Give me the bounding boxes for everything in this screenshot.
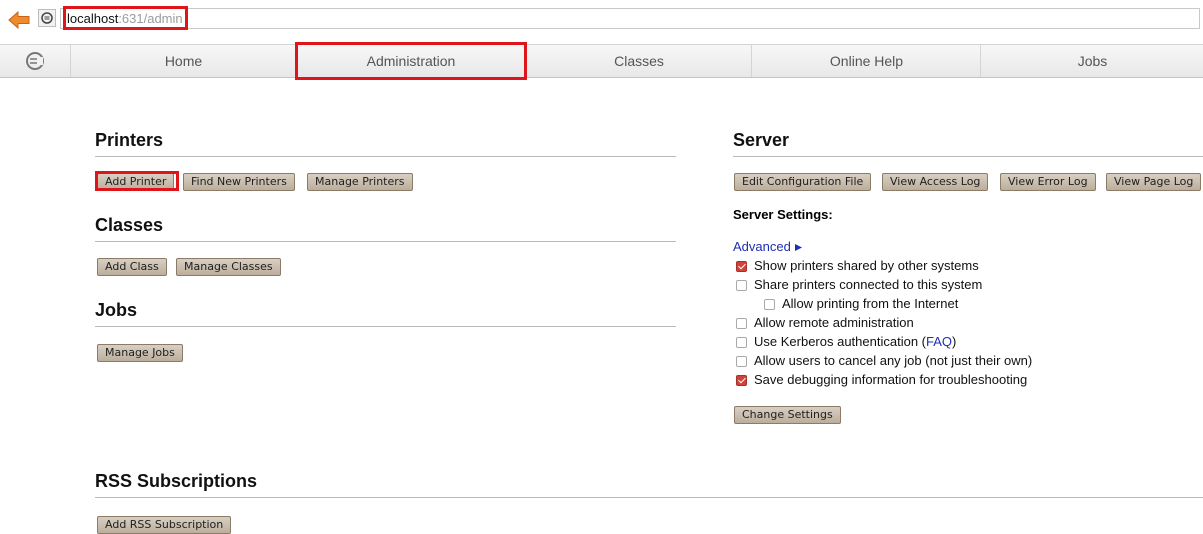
option-share-printers[interactable]: Share printers connected to this system — [736, 276, 982, 294]
server-settings-label: Server Settings: — [733, 207, 833, 222]
edit-configuration-file-button[interactable]: Edit Configuration File — [734, 173, 872, 191]
browser-toolbar: localhost:631/admin — [0, 0, 1203, 38]
tab-jobs[interactable]: Jobs — [980, 45, 1203, 77]
option-label: Show printers shared by other systems — [754, 258, 979, 273]
checkbox-remote-admin[interactable] — [736, 317, 747, 329]
address-bar[interactable]: localhost:631/admin — [60, 8, 1200, 29]
manage-classes-button[interactable]: Manage Classes — [176, 258, 281, 276]
back-arrow-icon[interactable] — [8, 10, 30, 30]
checkbox-show-shared-printers[interactable] — [736, 260, 747, 272]
classes-heading: Classes — [95, 215, 676, 242]
advanced-link[interactable]: Advanced — [733, 239, 803, 254]
option-label: Allow users to cancel any job (not just … — [754, 353, 1033, 368]
option-remote-admin[interactable]: Allow remote administration — [736, 314, 914, 332]
checkbox-cancel-any-job[interactable] — [736, 355, 747, 367]
find-new-printers-button[interactable]: Find New Printers — [183, 173, 295, 191]
manage-jobs-button[interactable]: Manage Jobs — [97, 344, 183, 362]
advanced-link-label: Advanced — [733, 239, 791, 254]
server-heading: Server — [733, 130, 1203, 157]
tab-home[interactable]: Home — [70, 45, 296, 77]
add-rss-subscription-button[interactable]: Add RSS Subscription — [97, 516, 232, 534]
option-allow-internet-printing[interactable]: Allow printing from the Internet — [764, 295, 958, 313]
faq-link[interactable]: FAQ — [926, 333, 952, 351]
change-settings-button[interactable]: Change Settings — [734, 406, 841, 424]
add-class-button[interactable]: Add Class — [97, 258, 167, 276]
jobs-heading: Jobs — [95, 300, 676, 327]
tab-highlight-box — [295, 42, 527, 80]
option-label: Save debugging information for troublesh… — [754, 372, 1028, 387]
checkbox-allow-internet-printing[interactable] — [764, 298, 775, 310]
expand-arrow-icon — [795, 244, 803, 252]
checkbox-kerberos[interactable] — [736, 336, 747, 348]
checkbox-debug-logging[interactable] — [736, 374, 747, 386]
view-access-log-button[interactable]: View Access Log — [882, 173, 989, 191]
option-label: Share printers connected to this system — [754, 277, 983, 292]
option-cancel-any-job[interactable]: Allow users to cancel any job (not just … — [736, 352, 1032, 370]
tab-online-help[interactable]: Online Help — [751, 45, 981, 77]
printers-heading: Printers — [95, 130, 676, 157]
option-label: Use Kerberos authentication — [754, 334, 919, 349]
view-page-log-button[interactable]: View Page Log — [1106, 173, 1202, 191]
option-debug-logging[interactable]: Save debugging information for troublesh… — [736, 371, 1027, 389]
option-show-shared-printers[interactable]: Show printers shared by other systems — [736, 257, 979, 275]
view-error-log-button[interactable]: View Error Log — [1000, 173, 1096, 191]
tab-classes[interactable]: Classes — [525, 45, 752, 77]
main-nav: Home Administration Classes Online Help … — [0, 44, 1203, 78]
cups-site-icon — [38, 9, 56, 27]
option-label: Allow remote administration — [754, 315, 914, 330]
url-highlight-box — [63, 6, 188, 30]
rss-subscriptions-heading: RSS Subscriptions — [95, 471, 1203, 498]
option-label: Allow printing from the Internet — [782, 296, 959, 311]
cups-logo-icon[interactable] — [0, 45, 70, 77]
add-printer-highlight-box — [95, 171, 179, 191]
manage-printers-button[interactable]: Manage Printers — [307, 173, 413, 191]
option-kerberos[interactable]: Use Kerberos authentication (FAQ) — [736, 333, 956, 351]
checkbox-share-printers[interactable] — [736, 279, 747, 291]
